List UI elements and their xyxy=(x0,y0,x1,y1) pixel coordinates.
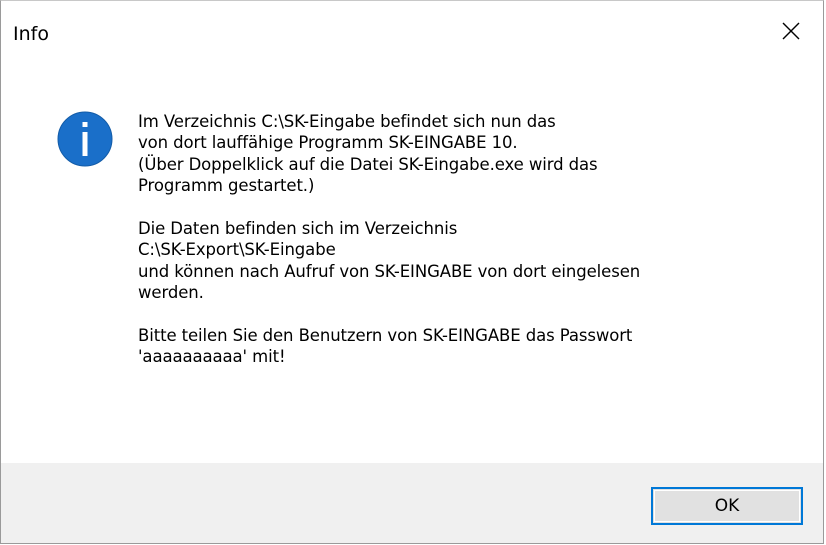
message-line: 'aaaaaaaaaa' mit! xyxy=(138,347,286,367)
close-button[interactable] xyxy=(759,1,823,61)
dialog-window: Info Im Verzeichnis C:\SK-Eingabe befind… xyxy=(0,0,824,544)
message-line: Programm gestartet.) xyxy=(138,176,315,196)
message-line: werden. xyxy=(138,283,204,303)
button-bar: OK xyxy=(1,463,823,543)
dialog-content: Im Verzeichnis C:\SK-Eingabe befindet si… xyxy=(1,61,823,463)
message-line: (Über Doppelklick auf die Datei SK-Einga… xyxy=(138,154,598,174)
message-line: Die Daten befinden sich im Verzeichnis xyxy=(138,219,458,239)
title-bar[interactable]: Info xyxy=(1,1,823,61)
message-line: Im Verzeichnis C:\SK-Eingabe befindet si… xyxy=(138,112,556,131)
message-line: und können nach Aufruf von SK-EINGABE vo… xyxy=(138,261,641,281)
window-title: Info xyxy=(13,23,49,45)
message-line: von dort lauffähige Programm SK-EINGABE … xyxy=(138,133,518,153)
info-icon xyxy=(57,111,113,167)
ok-button[interactable]: OK xyxy=(651,487,803,525)
message-line: Bitte teilen Sie den Benutzern von SK-EI… xyxy=(138,326,633,346)
message-text: Im Verzeichnis C:\SK-Eingabe befindet si… xyxy=(138,111,798,368)
close-icon xyxy=(782,22,800,40)
message-line: C:\SK-Export\SK-Eingabe xyxy=(138,240,336,260)
ok-button-label: OK xyxy=(714,496,740,516)
